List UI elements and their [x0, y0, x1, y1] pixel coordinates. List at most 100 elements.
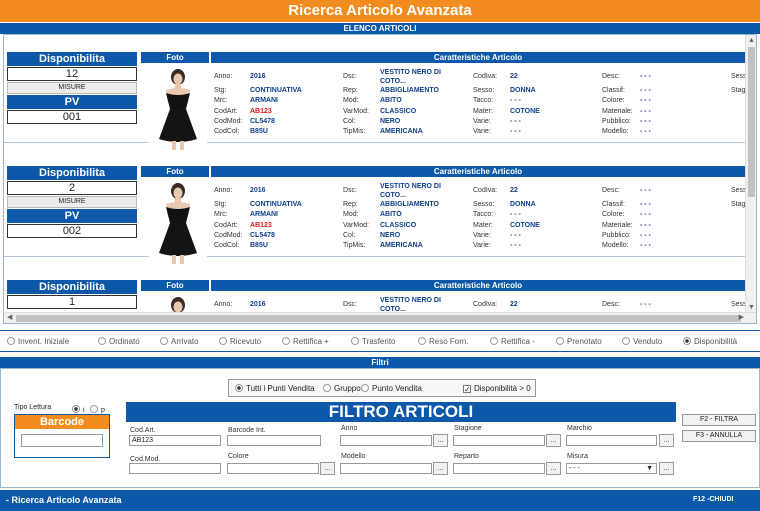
varie-label: Varie:: [473, 128, 491, 135]
radio-icon[interactable]: [90, 405, 98, 413]
radio-rettifica-plus[interactable]: Rettifica +: [282, 337, 329, 346]
radio-reso-forn[interactable]: Reso Forn.: [418, 337, 469, 346]
radio-icon[interactable]: [622, 337, 630, 345]
pubblico-value: - - -: [640, 232, 651, 239]
pubblico-value: - - -: [640, 118, 651, 125]
radio-ordinato[interactable]: Ordinato: [98, 337, 140, 346]
reparto-input[interactable]: [453, 463, 545, 474]
mater-value: COTONE: [510, 222, 540, 229]
vertical-scroll-thumb[interactable]: [748, 47, 755, 197]
modello-lookup-button[interactable]: ...: [433, 462, 448, 475]
annulla-button[interactable]: F3 - ANNULLA: [682, 430, 756, 442]
radio-label: Prenotato: [567, 337, 602, 346]
radio-ricevuto[interactable]: Ricevuto: [219, 337, 261, 346]
barcode-int-label: Barcode Int.: [228, 427, 266, 434]
radio-punto-vendita[interactable]: Punto Vendita: [361, 384, 422, 393]
marchio-input[interactable]: [566, 435, 657, 446]
codcol-value: B85U: [250, 128, 268, 135]
barcode-input[interactable]: [21, 434, 103, 447]
marchio-lookup-button[interactable]: ...: [659, 434, 674, 447]
radio-tipo-p[interactable]: p: [90, 405, 105, 414]
radio-label: Trasferito: [362, 337, 396, 346]
mater-label: Mater:: [473, 108, 493, 115]
mrc-label: Mrc:: [214, 211, 228, 218]
mod-value: ABITO: [380, 97, 402, 104]
colore-lookup-button[interactable]: ...: [320, 462, 335, 475]
radio-icon[interactable]: [282, 337, 290, 345]
foto-header: Foto: [141, 166, 209, 177]
codcol-label: CodCol:: [214, 242, 240, 249]
close-button[interactable]: F12 -CHIUDI: [693, 496, 733, 503]
colore-input[interactable]: [227, 463, 319, 474]
product-photo[interactable]: [149, 65, 207, 151]
radio-icon[interactable]: [219, 337, 227, 345]
anno-lookup-button[interactable]: ...: [433, 434, 448, 447]
horizontal-scrollbar[interactable]: ◀ ▶: [4, 312, 756, 323]
misura-lookup-button[interactable]: ...: [659, 462, 674, 475]
filtra-button[interactable]: F2 - FILTRA: [682, 414, 756, 426]
codart-input[interactable]: AB123: [129, 435, 221, 446]
anno-input[interactable]: [340, 435, 432, 446]
product-photo[interactable]: [149, 179, 207, 265]
classif-value: - - -: [640, 87, 651, 94]
materiale-value: - - -: [640, 222, 651, 229]
chevron-down-icon[interactable]: ▼: [646, 464, 653, 473]
codiva-value: 22: [510, 187, 518, 194]
radio-tutti-pv[interactable]: Tutti i Punti Vendita: [235, 384, 315, 393]
barcode-int-input[interactable]: [227, 435, 321, 446]
scroll-down-icon[interactable]: ▼: [748, 304, 755, 311]
radio-icon[interactable]: [418, 337, 426, 345]
scroll-up-icon[interactable]: ▲: [748, 37, 755, 44]
radio-icon[interactable]: [98, 337, 106, 345]
radio-label: Tutti i Punti Vendita: [246, 384, 315, 393]
checkbox-checked-icon[interactable]: ✓: [463, 385, 471, 394]
radio-gruppo[interactable]: Gruppo: [323, 384, 361, 393]
varie-label: Varie:: [473, 242, 491, 249]
reparto-lookup-button[interactable]: ...: [546, 462, 561, 475]
modello-field-label: Modello: [341, 453, 366, 460]
radio-icon[interactable]: [160, 337, 168, 345]
mod-label: Mod:: [343, 97, 359, 104]
radio-icon[interactable]: [361, 384, 369, 392]
radio-icon[interactable]: [351, 337, 359, 345]
scroll-right-icon[interactable]: ▶: [739, 313, 744, 321]
scroll-left-icon[interactable]: ◀: [7, 313, 12, 321]
radio-prenotato[interactable]: Prenotato: [556, 337, 602, 346]
codart-value: AB123: [250, 108, 272, 115]
radio-trasferito[interactable]: Trasferito: [351, 337, 396, 346]
radio-icon[interactable]: [490, 337, 498, 345]
radio-tipo-i[interactable]: i: [72, 405, 85, 414]
stg-label: Stg:: [214, 87, 227, 94]
radio-disponibilita[interactable]: Disponibilità: [683, 337, 737, 346]
radio-selected-icon[interactable]: [235, 384, 243, 392]
radio-venduto[interactable]: Venduto: [622, 337, 662, 346]
radio-rettifica-minus[interactable]: Rettifica -: [490, 337, 535, 346]
radio-icon[interactable]: [7, 337, 15, 345]
colore-value: - - -: [640, 211, 651, 218]
varmod-label: VarMod:: [343, 108, 369, 115]
disponibilita-checkbox[interactable]: ✓ Disponibilità > 0: [463, 384, 531, 394]
dsc-label: Dsc:: [343, 73, 357, 80]
radio-arrivato[interactable]: Arrivato: [160, 337, 199, 346]
vertical-scrollbar[interactable]: ▲ ▼: [745, 35, 756, 313]
article-list[interactable]: Disponibilita 12 MISURE PV 001 Foto Cara…: [3, 34, 757, 324]
misure-button[interactable]: MISURE: [7, 82, 137, 94]
misure-button[interactable]: MISURE: [7, 196, 137, 208]
stagione-input[interactable]: [453, 435, 545, 446]
stagione-lookup-button[interactable]: ...: [546, 434, 561, 447]
codmod-input[interactable]: [129, 463, 221, 474]
radio-invent-iniziale[interactable]: Invent. Iniziale: [7, 337, 69, 346]
characteristics-header: Caratteristiche Articolo: [211, 52, 745, 63]
tipmis-label: TipMis:: [343, 242, 366, 249]
radio-selected-icon[interactable]: [683, 337, 691, 345]
misura-select[interactable]: - - - ▼: [566, 463, 657, 474]
horizontal-scroll-thumb[interactable]: [16, 315, 741, 322]
varie-label: Varie:: [473, 118, 491, 125]
availability-value: 2: [7, 181, 137, 195]
availability-value: 12: [7, 67, 137, 81]
radio-icon[interactable]: [323, 384, 331, 392]
radio-selected-icon[interactable]: [72, 405, 80, 413]
modello-input[interactable]: [340, 463, 432, 474]
radio-icon[interactable]: [556, 337, 564, 345]
movement-type-radios: Invent. Iniziale Ordinato Arrivato Ricev…: [0, 330, 760, 352]
